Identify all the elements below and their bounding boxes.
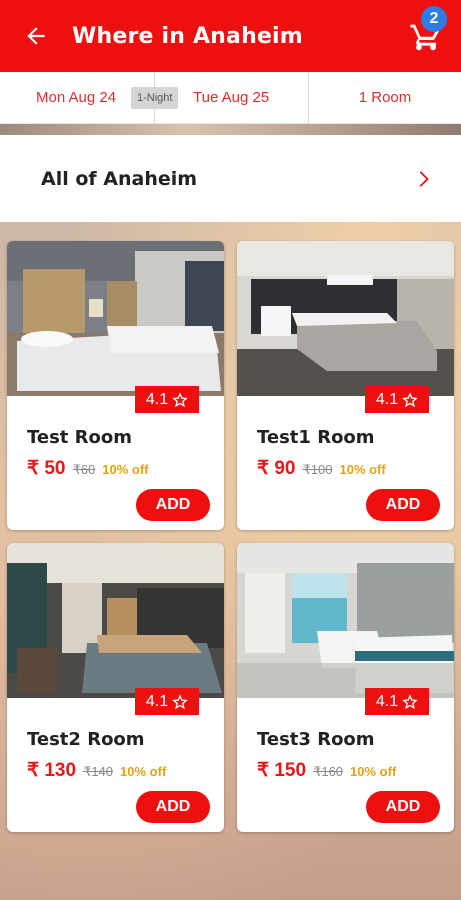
cart-count-badge: 2: [421, 6, 447, 32]
discount-label: 10% off: [339, 462, 386, 477]
discount-label: 10% off: [102, 462, 149, 477]
back-button[interactable]: [0, 0, 72, 72]
price-row: ₹ 90 ₹100 10% off: [257, 457, 386, 480]
area-label: All of Anaheim: [41, 167, 198, 190]
star-icon: [402, 391, 418, 407]
room-card[interactable]: 4.1 Test2 Room ₹ 130 ₹140 10% off ADD: [7, 543, 224, 832]
room-price: ₹ 90: [257, 458, 296, 479]
rating-value: 4.1: [375, 390, 399, 408]
rating-value: 4.1: [375, 692, 399, 710]
room-name: Test3 Room: [257, 729, 375, 750]
rating-badge: 4.1: [135, 688, 199, 715]
price-row: ₹ 150 ₹160 10% off: [257, 759, 396, 782]
star-icon: [402, 693, 418, 709]
discount-label: 10% off: [350, 764, 397, 779]
page-title: Where in Anaheim: [72, 23, 303, 49]
rating-value: 4.1: [145, 390, 169, 408]
rating-value: 4.1: [145, 692, 169, 710]
room-photo: [7, 241, 224, 396]
add-button[interactable]: ADD: [366, 489, 440, 521]
original-price: ₹160: [313, 764, 344, 779]
star-icon: [172, 693, 188, 709]
room-photo: [237, 543, 454, 698]
add-button[interactable]: ADD: [136, 791, 210, 823]
room-photo: [237, 241, 454, 396]
room-price: ₹ 150: [257, 760, 307, 781]
back-arrow-icon: [27, 27, 45, 45]
original-price: ₹60: [72, 462, 96, 477]
discount-label: 10% off: [120, 764, 167, 779]
original-price: ₹100: [302, 462, 333, 477]
area-selector[interactable]: All of Anaheim: [0, 135, 461, 222]
rating-badge: 4.1: [135, 386, 199, 413]
price-row: ₹ 130 ₹140 10% off: [27, 759, 166, 782]
room-card[interactable]: 4.1 Test3 Room ₹ 150 ₹160 10% off ADD: [237, 543, 454, 832]
nights-chip: 1-Night: [131, 87, 179, 109]
background-strip: [0, 124, 461, 135]
room-name: Test2 Room: [27, 729, 145, 750]
room-name: Test1 Room: [257, 427, 375, 448]
price-row: ₹ 50 ₹60 10% off: [27, 457, 148, 480]
chevron-right-icon: [419, 170, 429, 187]
star-icon: [172, 391, 188, 407]
room-count[interactable]: 1 Room: [309, 72, 461, 123]
room-price: ₹ 50: [27, 458, 66, 479]
room-name: Test Room: [27, 427, 133, 448]
room-photo: [7, 543, 224, 698]
original-price: ₹140: [83, 764, 114, 779]
add-button[interactable]: ADD: [136, 489, 210, 521]
app-bar: Where in Anaheim 2: [0, 0, 461, 72]
room-price: ₹ 130: [27, 760, 77, 781]
cart-button[interactable]: 2: [391, 0, 461, 72]
room-card[interactable]: 4.1 Test Room ₹ 50 ₹60 10% off ADD: [7, 241, 224, 530]
booking-dates-bar: Mon Aug 24 Tue Aug 25 1 Room: [0, 71, 461, 124]
rating-badge: 4.1: [365, 688, 429, 715]
room-card[interactable]: 4.1 Test1 Room ₹ 90 ₹100 10% off ADD: [237, 241, 454, 530]
add-button[interactable]: ADD: [366, 791, 440, 823]
rating-badge: 4.1: [365, 386, 429, 413]
